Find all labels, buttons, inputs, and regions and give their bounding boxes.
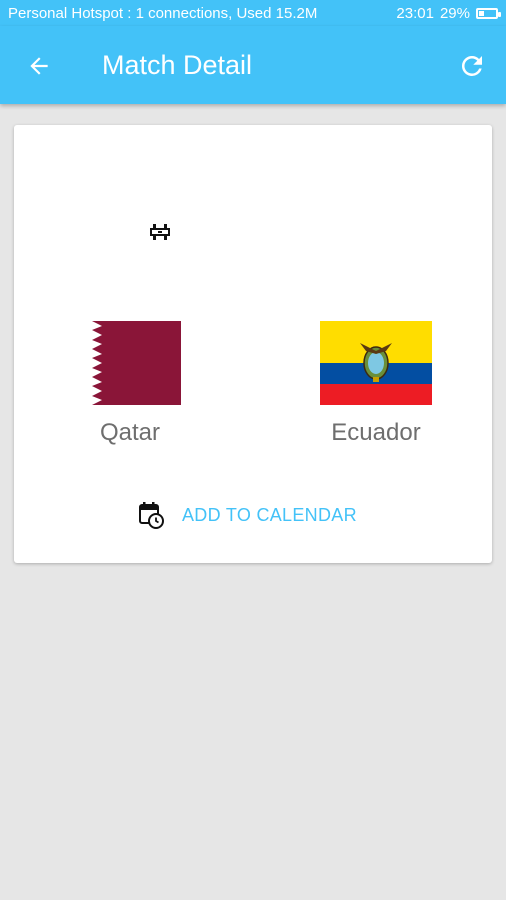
home-team[interactable]: Qatar (55, 321, 205, 447)
match-card: Qatar Ecuador ADD TO CALENDAR (14, 125, 492, 563)
arrow-left-icon (30, 57, 48, 75)
stadium-icon (150, 224, 170, 240)
add-to-calendar-label: ADD TO CALENDAR (182, 504, 357, 525)
app-bar: Match Detail (0, 26, 506, 104)
qatar-flag-icon (79, 321, 181, 405)
ecuador-flag-icon (320, 321, 432, 405)
status-bar-time: 23:01 (396, 4, 434, 22)
page-title: Match Detail (102, 50, 253, 80)
battery-icon (476, 7, 501, 19)
add-to-calendar-button[interactable]: ADD TO CALENDAR (138, 501, 357, 529)
away-team[interactable]: Ecuador (301, 321, 451, 447)
status-bar: Personal Hotspot : 1 connections, Used 1… (0, 0, 506, 26)
away-team-name: Ecuador (331, 419, 421, 446)
home-team-name: Qatar (99, 419, 161, 446)
battery-percent: 29% (439, 4, 470, 22)
refresh-button[interactable] (456, 50, 488, 82)
status-bar-notification: Personal Hotspot : 1 connections, Used 1… (8, 4, 318, 22)
back-button[interactable] (24, 51, 54, 81)
status-bar-right: 23:01 29% (396, 4, 501, 22)
calendar-clock-icon (139, 502, 164, 529)
refresh-icon (461, 55, 482, 76)
